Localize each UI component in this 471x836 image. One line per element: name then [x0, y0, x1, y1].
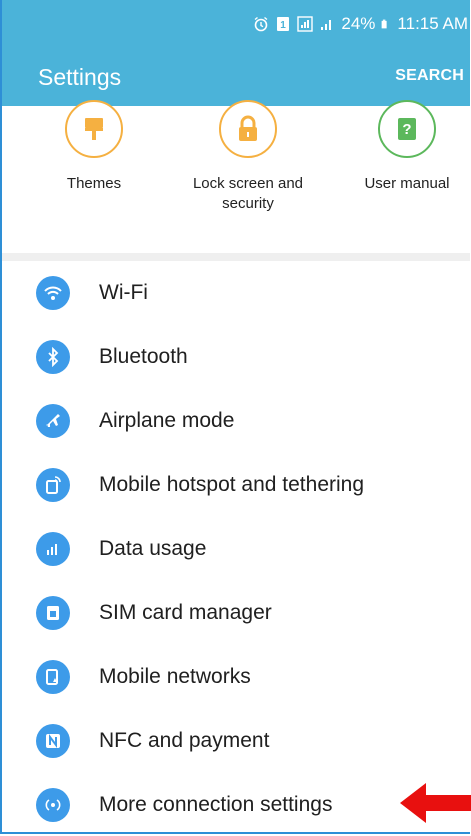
- annotation-arrow: [400, 783, 471, 823]
- wifi-icon: [36, 276, 70, 310]
- signal-strength-icon: [321, 20, 332, 30]
- lock-icon: [219, 100, 277, 158]
- settings-item-wifi[interactable]: Wi-Fi: [2, 261, 470, 325]
- status-bar: 1 24% 11:15 AM: [2, 0, 470, 46]
- settings-screen: 1 24% 11:15 AM Settings SEARCH Themes Lo…: [0, 0, 470, 834]
- sim-1-icon: 1: [277, 17, 290, 31]
- settings-item-label: SIM card manager: [99, 601, 272, 624]
- svg-text:1: 1: [281, 20, 287, 31]
- sim-card-icon: [36, 596, 70, 630]
- settings-list: Wi-Fi Bluetooth Airplane mode Mobile hot…: [2, 261, 470, 832]
- settings-item-label: Data usage: [99, 537, 207, 560]
- quick-item-user-manual[interactable]: ? User manual: [337, 100, 470, 194]
- settings-item-airplane[interactable]: Airplane mode: [2, 389, 470, 453]
- search-button[interactable]: SEARCH: [395, 67, 464, 85]
- section-divider: [2, 253, 470, 261]
- bluetooth-icon: [36, 340, 70, 374]
- settings-item-label: Mobile hotspot and tethering: [99, 473, 365, 496]
- alarm-icon: [254, 16, 268, 32]
- quick-item-label: User manual: [364, 175, 450, 192]
- hotspot-icon: [36, 468, 70, 502]
- app-bar: Settings SEARCH: [2, 46, 470, 106]
- settings-item-sim-card[interactable]: SIM card manager: [2, 581, 470, 645]
- settings-item-nfc[interactable]: NFC and payment: [2, 709, 470, 773]
- page-title: Settings: [38, 64, 122, 90]
- settings-item-label: NFC and payment: [99, 729, 270, 752]
- airplane-icon: [36, 404, 70, 438]
- data-usage-icon: [36, 532, 70, 566]
- mobile-network-icon: [36, 660, 70, 694]
- settings-item-data-usage[interactable]: Data usage: [2, 517, 470, 581]
- battery-percent: 24%: [341, 14, 376, 33]
- help-book-icon: ?: [378, 100, 436, 158]
- themes-icon: [65, 100, 123, 158]
- svg-text:?: ?: [402, 121, 411, 138]
- nfc-icon: [36, 724, 70, 758]
- quick-item-themes[interactable]: Themes: [24, 100, 164, 194]
- network-signal-box-icon: [297, 16, 314, 32]
- battery-icon: [382, 19, 388, 29]
- more-connection-icon: [36, 788, 70, 822]
- quick-item-label: Lock screen and security: [192, 175, 304, 212]
- settings-item-label: More connection settings: [99, 793, 333, 816]
- status-time: 11:15 AM: [397, 14, 468, 33]
- quick-settings-panel: Themes Lock screen and security ? User m…: [2, 100, 470, 253]
- quick-item-lock-screen[interactable]: Lock screen and security: [178, 100, 318, 214]
- settings-item-label: Wi-Fi: [99, 281, 148, 304]
- settings-item-label: Bluetooth: [99, 345, 188, 368]
- settings-item-label: Airplane mode: [99, 409, 235, 432]
- settings-item-label: Mobile networks: [99, 665, 251, 688]
- settings-item-hotspot[interactable]: Mobile hotspot and tethering: [2, 453, 470, 517]
- quick-item-label: Themes: [66, 175, 122, 192]
- settings-item-mobile-networks[interactable]: Mobile networks: [2, 645, 470, 709]
- status-icons: 1 24% 11:15 AM: [253, 14, 468, 34]
- settings-item-bluetooth[interactable]: Bluetooth: [2, 325, 470, 389]
